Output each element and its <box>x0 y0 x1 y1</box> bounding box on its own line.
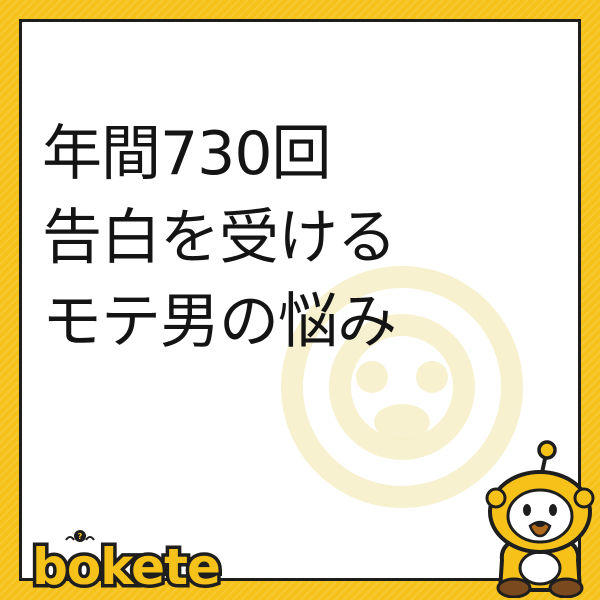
caption-line-2: 告白を受ける <box>42 203 397 273</box>
caption-line-1: 年間730回 <box>42 119 332 189</box>
bokete-logo: ? bokete <box>29 530 224 598</box>
caption-line-3: モテ男の悩み <box>42 287 397 357</box>
boketeko-mascot-icon <box>485 440 595 598</box>
svg-text:bokete: bokete <box>32 538 220 596</box>
caption-text: 年間730回 告白を受ける モテ男の悩み <box>42 112 578 364</box>
